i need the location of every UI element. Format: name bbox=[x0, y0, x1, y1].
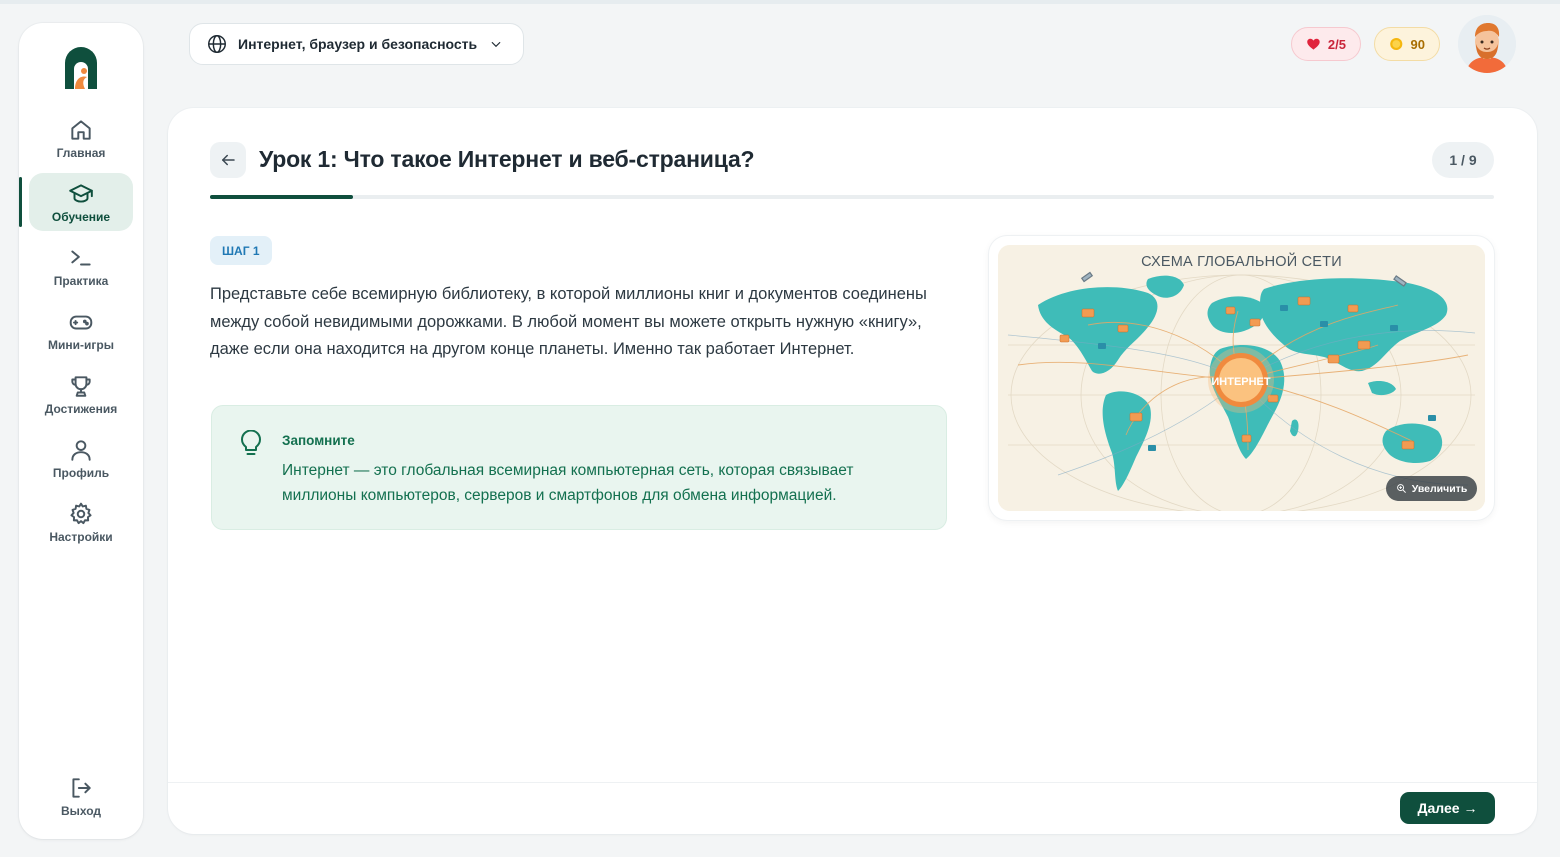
sidebar-item-label: Мини-игры bbox=[48, 337, 114, 352]
sidebar-item-minigames[interactable]: Мини-игры bbox=[29, 301, 133, 359]
note-text: Интернет — это глобальная всемирная комп… bbox=[282, 462, 854, 504]
next-button[interactable]: Далее → bbox=[1400, 792, 1495, 824]
lesson-title: Урок 1: Что такое Интернет и веб-страниц… bbox=[259, 146, 755, 172]
coins-counter[interactable]: 90 bbox=[1374, 27, 1440, 61]
world-network-map: ИНТЕРНЕТ СХЕМА ГЛОБАЛЬНОЙ СЕТИ bbox=[998, 245, 1485, 511]
zoom-label: Увеличить bbox=[1411, 482, 1468, 495]
map-title: СХЕМА ГЛОБАЛЬНОЙ СЕТИ bbox=[1141, 254, 1342, 270]
trophy-icon bbox=[71, 375, 91, 397]
sidebar-item-settings[interactable]: Настройки bbox=[29, 493, 133, 551]
arrow-left-icon bbox=[222, 154, 235, 166]
graduation-cap-icon bbox=[69, 183, 93, 203]
map-center-label: ИНТЕРНЕТ bbox=[1211, 376, 1271, 388]
lesson-illustration[interactable]: ИНТЕРНЕТ СХЕМА ГЛОБАЛЬНОЙ СЕТИ Увеличить bbox=[989, 236, 1494, 520]
sidebar-nav: Главная Обучение Практика Мини-игры Дост… bbox=[19, 109, 143, 557]
app-logo[interactable] bbox=[61, 45, 101, 91]
course-selector[interactable]: Интернет, браузер и безопасность bbox=[189, 23, 524, 65]
lives-value: 2/5 bbox=[1327, 36, 1346, 52]
zoom-button[interactable]: Увеличить bbox=[1386, 476, 1477, 501]
chevron-down-icon bbox=[491, 41, 501, 48]
sidebar-item-home[interactable]: Главная bbox=[29, 109, 133, 167]
step-counter: 1 / 9 bbox=[1432, 142, 1494, 178]
heart-icon bbox=[1307, 38, 1320, 50]
coin-icon bbox=[1390, 37, 1403, 51]
zoom-in-icon bbox=[1396, 484, 1406, 493]
sidebar-item-achievements[interactable]: Достижения bbox=[29, 365, 133, 423]
course-name: Интернет, браузер и безопасность bbox=[238, 36, 478, 52]
back-button[interactable] bbox=[210, 142, 246, 178]
lightbulb-icon bbox=[241, 430, 261, 455]
logout-button[interactable]: Выход bbox=[29, 767, 133, 825]
terminal-icon bbox=[71, 250, 91, 265]
coins-value: 90 bbox=[1410, 36, 1425, 52]
home-icon bbox=[71, 119, 91, 140]
note-title: Запомните bbox=[282, 433, 355, 448]
sidebar-item-learning[interactable]: Обучение bbox=[19, 173, 133, 231]
sidebar-item-label: Главная bbox=[56, 145, 106, 160]
lesson-card: Урок 1: Что такое Интернет и веб-страниц… bbox=[168, 108, 1537, 834]
remember-note: Запомните Интернет — это глобальная всем… bbox=[211, 405, 947, 530]
lesson-paragraph: Представьте себе всемирную библиотеку, в… bbox=[210, 285, 927, 358]
sidebar-item-label: Практика bbox=[53, 273, 109, 288]
sidebar-item-practice[interactable]: Практика bbox=[29, 237, 133, 295]
sidebar-item-label: Профиль bbox=[52, 465, 110, 480]
globe-icon bbox=[208, 35, 226, 53]
gear-icon bbox=[70, 502, 92, 524]
step-badge: ШАГ 1 bbox=[210, 236, 272, 265]
logout-icon bbox=[72, 777, 91, 798]
logout-label: Выход bbox=[60, 803, 102, 818]
sidebar-item-label: Достижения bbox=[44, 401, 118, 416]
avatar[interactable] bbox=[1458, 15, 1516, 73]
sidebar: Главная Обучение Практика Мини-игры Дост… bbox=[19, 23, 143, 839]
sidebar-item-label: Обучение bbox=[51, 209, 111, 224]
user-icon bbox=[71, 439, 91, 461]
gamepad-icon bbox=[69, 315, 93, 329]
sidebar-item-profile[interactable]: Профиль bbox=[29, 429, 133, 487]
sidebar-item-label: Настройки bbox=[49, 529, 113, 544]
lesson-progress-bar bbox=[210, 195, 1494, 199]
top-border bbox=[0, 0, 1560, 4]
lesson-progress-fill bbox=[210, 195, 353, 199]
footer-divider bbox=[168, 782, 1537, 783]
lives-counter[interactable]: 2/5 bbox=[1291, 27, 1361, 61]
